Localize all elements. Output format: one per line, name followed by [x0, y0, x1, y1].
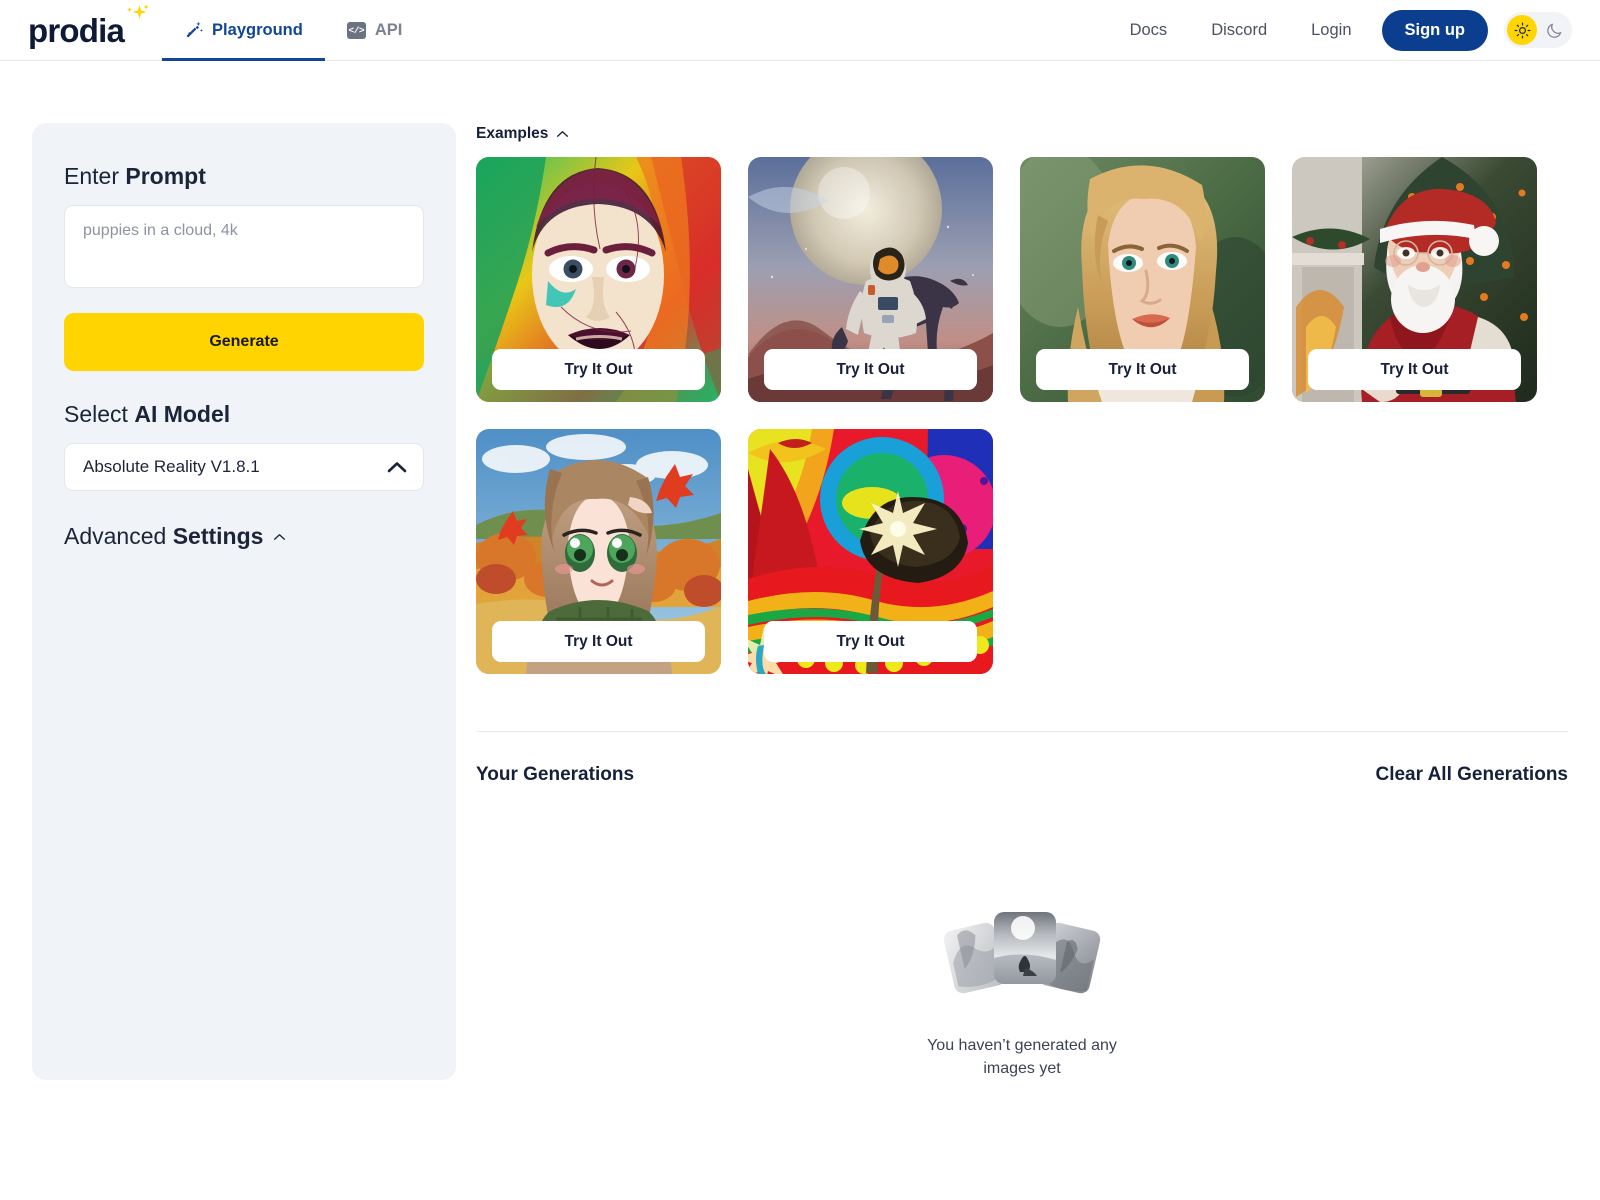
sign-up-button[interactable]: Sign up [1381, 9, 1488, 51]
prompt-input[interactable] [64, 205, 424, 288]
example-card-anime-girl-autumn-scarf[interactable]: Try It Out [476, 429, 721, 674]
page-body: Enter Prompt Generate Select AI Model Ab… [0, 61, 1600, 1081]
model-label-prefix: Select [64, 401, 135, 427]
try-it-out-button[interactable]: Try It Out [492, 621, 705, 662]
theme-dark-option[interactable] [1539, 15, 1569, 45]
advanced-settings-toggle[interactable]: Advanced Settings [64, 523, 424, 550]
try-it-out-button[interactable]: Try It Out [764, 349, 977, 390]
nav-link-login[interactable]: Login [1289, 21, 1373, 40]
try-it-out-button[interactable]: Try It Out [492, 349, 705, 390]
advanced-label-strong: Settings [172, 523, 264, 549]
chevron-up-icon [557, 131, 569, 137]
example-card-blonde-woman-photo-portrait[interactable]: Try It Out [1020, 157, 1265, 402]
model-select-value: Absolute Reality V1.8.1 [83, 457, 260, 476]
tab-playground[interactable]: Playground [162, 0, 325, 61]
nav-link-discord[interactable]: Discord [1189, 21, 1289, 40]
generations-empty-text: You haven’t generated any images yet [927, 1037, 1117, 1078]
chevron-up-icon [274, 533, 286, 540]
header-right-group: Docs Discord Login Sign up [1108, 0, 1572, 60]
examples-title: Examples [476, 125, 549, 142]
examples-section-toggle[interactable]: Examples [476, 125, 1568, 143]
controls-panel: Enter Prompt Generate Select AI Model Ab… [32, 123, 456, 1081]
section-divider [476, 731, 1568, 732]
prodia-logo[interactable]: prodia [28, 0, 162, 60]
moon-icon [1546, 22, 1562, 38]
tab-api[interactable]: </> API [325, 0, 425, 60]
generate-button[interactable]: Generate [64, 313, 424, 371]
model-select[interactable]: Absolute Reality V1.8.1 [64, 443, 424, 491]
generations-empty-state: You haven’t generated any images yet [476, 898, 1568, 1080]
advanced-label-prefix: Advanced [64, 523, 173, 549]
try-it-out-button[interactable]: Try It Out [764, 621, 977, 662]
prompt-label-strong: Prompt [125, 163, 206, 189]
magic-wand-icon [186, 21, 203, 37]
code-brackets-icon: </> [346, 21, 366, 39]
model-label: Select AI Model [64, 401, 424, 428]
header-left-group: prodia Playground </> API [28, 0, 425, 61]
top-navigation-bar: prodia Playground </> API Docs Discord L… [0, 0, 1600, 61]
example-card-astronaut-on-horse-planet[interactable]: Try It Out [748, 157, 993, 402]
example-card-psychedelic-mushroom-landscape[interactable]: Try It Out [748, 429, 993, 674]
example-card-colorful-painted-woman-portrait[interactable]: Try It Out [476, 157, 721, 402]
prompt-label-prefix: Enter [64, 163, 126, 189]
logo-wordmark: prodia [28, 11, 125, 49]
sparkle-icon [126, 5, 148, 19]
generations-title: Your Generations [476, 764, 635, 785]
example-card-santa-claus-christmas-tree[interactable]: Try It Out [1292, 157, 1537, 402]
nav-link-docs[interactable]: Docs [1108, 21, 1190, 40]
theme-light-option[interactable] [1507, 15, 1537, 45]
clear-all-generations-button[interactable]: Clear All Generations [1375, 764, 1568, 786]
model-label-strong: AI Model [134, 401, 231, 427]
primary-tabs: Playground </> API [162, 0, 425, 61]
sun-icon [1514, 22, 1530, 38]
chevron-up-icon [387, 462, 407, 473]
stacked-photos-icon [943, 912, 1101, 994]
tab-api-label: API [374, 20, 403, 39]
advanced-label: Advanced Settings [64, 523, 263, 550]
examples-grid: Try It Out Try It Out Try It Out Try It … [476, 157, 1568, 674]
generations-header: Your Generations Clear All Generations [476, 764, 1568, 786]
try-it-out-button[interactable]: Try It Out [1036, 349, 1249, 390]
main-content: Examples Try It Out Try It Out Try It Ou… [476, 123, 1568, 1080]
try-it-out-button[interactable]: Try It Out [1308, 349, 1521, 390]
theme-toggle[interactable] [1504, 12, 1572, 48]
tab-playground-label: Playground [212, 20, 303, 39]
prompt-label: Enter Prompt [64, 163, 424, 190]
